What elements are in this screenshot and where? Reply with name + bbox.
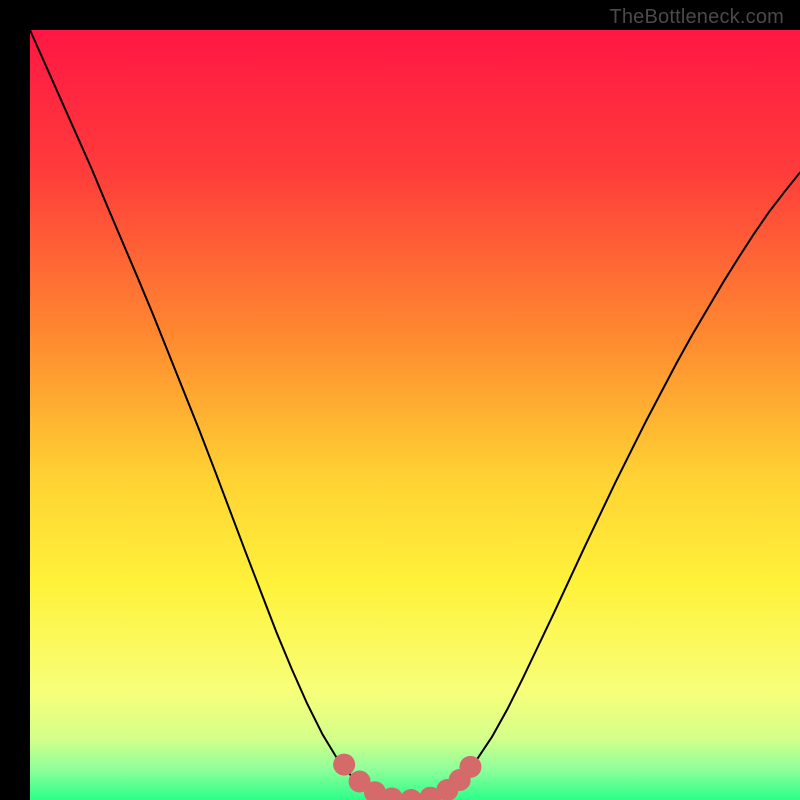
watermark-text: TheBottleneck.com — [609, 6, 784, 29]
chart-gradient-background — [30, 30, 800, 800]
marker-dot — [333, 754, 355, 776]
chart-container: TheBottleneck.com — [0, 0, 800, 800]
marker-dot — [459, 756, 481, 778]
bottleneck-chart — [0, 0, 800, 800]
